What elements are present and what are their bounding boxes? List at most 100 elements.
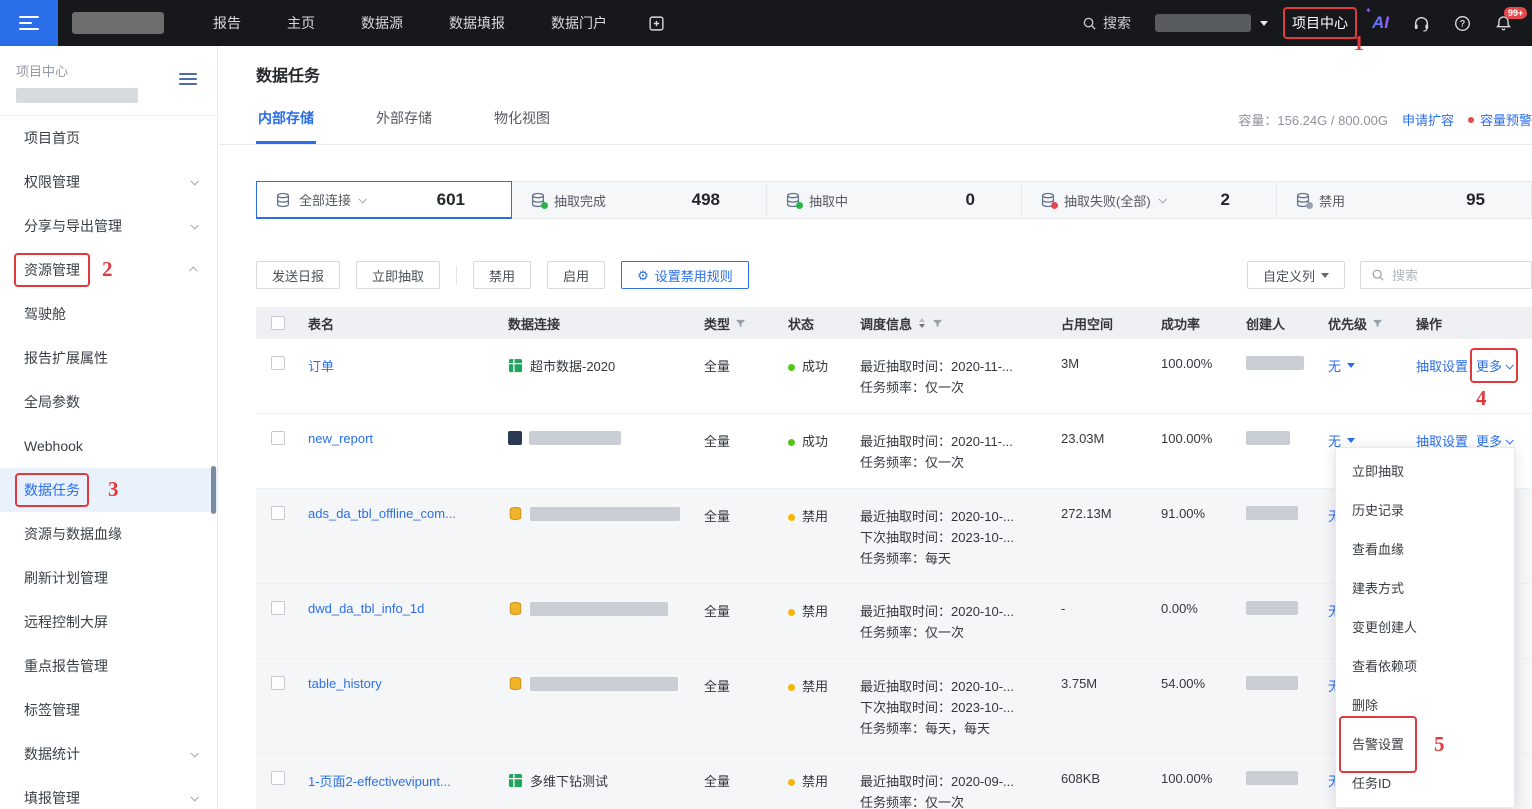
sidebar-item-dashboard[interactable]: 驾驶舱 [0,292,217,336]
sidebar-item-global-params[interactable]: 全局参数 [0,380,217,424]
table-name-link[interactable]: new_report [308,431,373,446]
ai-assistant-button[interactable]: ✦AI [1372,13,1389,33]
send-daily-report-button[interactable]: 发送日报 [256,261,340,289]
filter-icon[interactable] [932,318,943,329]
menu-item-extract-now[interactable]: 立即抽取 [1336,452,1514,491]
capacity-warning-link[interactable]: 容量预警 [1480,110,1532,129]
apps-grid-icon[interactable] [630,15,683,32]
sidebar-item-tag-mgmt[interactable]: 标签管理 [0,688,217,732]
row-checkbox[interactable] [271,356,285,370]
expand-capacity-link[interactable]: 申请扩容 [1402,110,1454,129]
filter-extracting[interactable]: 抽取中 0 [767,182,1022,218]
chevron-down-icon [1260,21,1268,26]
connection-name-redacted [530,677,678,691]
filter-extract-failed[interactable]: 抽取失败(全部) 2 [1022,182,1277,218]
sidebar-item-data-lineage[interactable]: 资源与数据血缘 [0,512,217,556]
row-checkbox[interactable] [271,506,285,520]
menu-item-task-id[interactable]: 任务ID [1336,764,1514,803]
sidebar-item-key-reports[interactable]: 重点报告管理 [0,644,217,688]
extract-now-button[interactable]: 立即抽取 [356,261,440,289]
filter-icon[interactable] [1372,318,1383,329]
topbar-nav: 报告 主页 数据源 数据填报 数据门户 [190,0,683,46]
row-checkbox[interactable] [271,431,285,445]
annotation-number-1: 1 [1354,33,1365,54]
filter-all-connections[interactable]: 全部连接 601 [256,181,512,219]
sidebar-collapse-icon[interactable] [179,70,197,88]
filter-icon[interactable] [735,318,746,329]
menu-item-history[interactable]: 历史记录 [1336,491,1514,530]
tab-internal-storage[interactable]: 内部存储 [256,108,316,144]
support-headset-icon[interactable] [1413,15,1430,32]
table-name-link[interactable]: 订单 [308,359,334,374]
help-icon[interactable]: ? [1454,15,1471,32]
sidebar-item-resource-mgmt[interactable]: 资源管理 2 [0,248,217,292]
sidebar-item-refresh-plan[interactable]: 刷新计划管理 [0,556,217,600]
creator-redacted [1246,356,1304,370]
svg-text:?: ? [1460,18,1466,28]
menu-item-alert-settings[interactable]: 告警设置 5 [1336,725,1514,764]
sidebar-scrollbar-thumb[interactable] [211,466,216,514]
sidebar-item-data-tasks[interactable]: 数据任务 3 [0,468,217,512]
table-name-link[interactable]: dwd_da_tbl_info_1d [308,601,424,616]
table-name-link[interactable]: table_history [308,676,382,691]
connection-name-redacted [529,431,621,445]
menu-item-view-lineage[interactable]: 查看血缘 [1336,530,1514,569]
nav-datasources[interactable]: 数据源 [338,0,426,46]
chevron-down-icon [1505,361,1513,369]
sidebar-item-remote-screen[interactable]: 远程控制大屏 [0,600,217,644]
connection-name-redacted [530,602,668,616]
global-search[interactable]: 搜索 [1082,13,1131,33]
priority-dropdown[interactable]: 无 [1328,356,1355,375]
menu-item-view-dependencies[interactable]: 查看依赖项 [1336,647,1514,686]
nav-home[interactable]: 主页 [264,0,338,46]
nav-reports[interactable]: 报告 [190,0,264,46]
nav-data-portal[interactable]: 数据门户 [528,0,630,46]
extract-settings-link[interactable]: 抽取设置 [1416,356,1468,375]
disable-rules-button[interactable]: ⚙设置禁用规则 [621,261,749,289]
status-dot [788,439,795,446]
sidebar-item-filling-mgmt[interactable]: 填报管理 [0,776,217,809]
disable-button[interactable]: 禁用 [473,261,531,289]
select-all-checkbox[interactable] [271,316,285,330]
creator-redacted [1246,676,1298,690]
sort-icon[interactable] [917,317,927,329]
chevron-down-icon[interactable] [358,195,366,203]
tab-external-storage[interactable]: 外部存储 [374,108,434,144]
notification-bell-icon[interactable]: 99+ [1495,15,1512,32]
sidebar-item-project-home[interactable]: 项目首页 [0,116,217,160]
sidebar-item-webhook[interactable]: Webhook [0,424,217,468]
sidebar-item-share-export[interactable]: 分享与导出管理 [0,204,217,248]
divider [456,266,457,284]
sidebar-item-report-ext-attrs[interactable]: 报告扩展属性 [0,336,217,380]
table-search-input[interactable] [1392,268,1502,283]
filter-extract-complete[interactable]: 抽取完成 498 [512,182,767,218]
table-name-link[interactable]: 1-页面2-effectivevipunt... [308,774,451,789]
custom-columns-button[interactable]: 自定义列 [1247,261,1345,289]
enable-button[interactable]: 启用 [547,261,605,289]
project-center-button[interactable]: 项目中心 [1292,13,1348,33]
database-icon [275,192,291,208]
nav-data-filling[interactable]: 数据填报 [426,0,528,46]
menu-item-change-creator[interactable]: 变更创建人 [1336,608,1514,647]
connection-icon-redacted [508,431,522,445]
app-menu-button[interactable] [0,0,58,46]
table-name-link[interactable]: ads_da_tbl_offline_com... [308,506,456,521]
annotation-number-3: 3 [108,479,119,500]
sidebar-item-data-stats[interactable]: 数据统计 [0,732,217,776]
tab-materialized-view[interactable]: 物化视图 [492,108,552,144]
database-yellow-icon [508,676,523,691]
menu-item-delete[interactable]: 删除 [1336,686,1514,725]
caret-down-icon [1347,438,1355,443]
filter-disabled[interactable]: 禁用 95 [1277,182,1531,218]
status-dot [788,364,795,371]
row-checkbox[interactable] [271,771,285,785]
chevron-down-icon[interactable] [1158,195,1166,203]
row-checkbox[interactable] [271,601,285,615]
sidebar-header: 项目中心 [0,46,217,116]
table-toolbar: 发送日报 立即抽取 禁用 启用 ⚙设置禁用规则 自定义列 [256,261,1532,289]
sidebar-item-permissions[interactable]: 权限管理 [0,160,217,204]
row-checkbox[interactable] [271,676,285,690]
menu-item-table-creation[interactable]: 建表方式 [1336,569,1514,608]
more-dropdown[interactable]: 更多 4 [1476,356,1512,375]
workspace-dropdown[interactable] [1155,14,1268,32]
